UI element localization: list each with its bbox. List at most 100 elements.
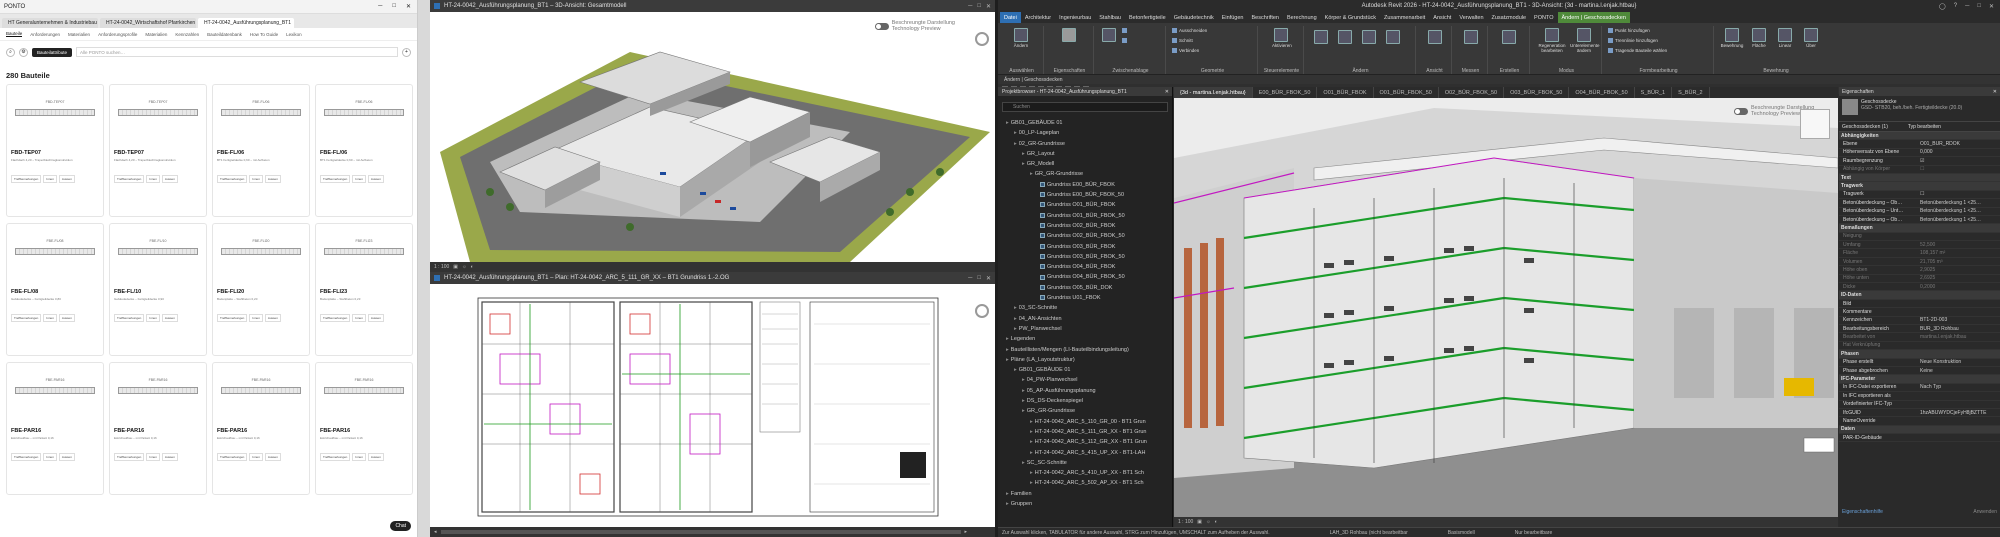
card-tag[interactable]: Innen: [43, 453, 57, 461]
shadow-icon[interactable]: ◐: [1215, 519, 1218, 525]
properties-button[interactable]: [1060, 28, 1078, 43]
expand-icon[interactable]: ▸: [1022, 398, 1025, 404]
property-row[interactable]: In IFC exportieren als: [1839, 392, 2000, 401]
component-card[interactable]: FBE-FL/06 FBE-FL/06 BT1 Fertigteildecke 0,…: [315, 84, 413, 217]
view-tab[interactable]: O03_BÜR_FBOK_50: [1504, 87, 1570, 98]
property-row[interactable]: Phase abgebrochen Keine: [1839, 367, 2000, 376]
mirror-button[interactable]: [1360, 30, 1378, 45]
view-sheet-plan[interactable]: [430, 284, 995, 527]
browser-tree-item[interactable]: ▸ DS_DS-Deckenspiegel: [998, 396, 1172, 406]
edit-type-button[interactable]: Typ bearbeiten: [1908, 124, 1941, 130]
property-value[interactable]: 0,2000: [1917, 284, 2000, 290]
component-card[interactable]: FBE-PAR16 FBE-PAR16 Estrichaufbau – mit Pa…: [315, 362, 413, 495]
component-card[interactable]: FBE-FLI20 FBE-FLI20 Bodenplatte – Stahlbet…: [212, 223, 310, 356]
nav-item[interactable]: Materialien: [145, 32, 167, 37]
view-tab[interactable]: E00_BÜR_FBOK_50: [1253, 87, 1318, 98]
component-card[interactable]: FBE-PAR16 FBE-PAR16 Estrichaufbau – mit Pa…: [212, 362, 310, 495]
maximize-icon[interactable]: □: [1977, 3, 1981, 10]
property-row[interactable]: Fläche 108,157 m²: [1839, 249, 2000, 258]
view-scale[interactable]: 1 : 100: [1178, 519, 1193, 525]
close-icon[interactable]: ✕: [1993, 89, 2000, 95]
rotate-button[interactable]: [1336, 30, 1354, 45]
card-tag[interactable]: Aussen: [264, 175, 281, 183]
browser-tree-item[interactable]: ▸ HT-24-0042_ARC_5_111_GR_XX - BT1 Grun: [998, 427, 1172, 437]
view-3d-site[interactable]: Beschreungte Darstellung Technology Previ…: [430, 12, 995, 262]
component-card[interactable]: FBE-FLI23 FBE-FLI23 Bodenplatte – Stahlbet…: [315, 223, 413, 356]
linear-rebar-button[interactable]: Linear: [1774, 28, 1796, 48]
component-card[interactable]: FBE-FL/10 FBE-FL/10 Gebäudedecke – Fertigt…: [109, 223, 207, 356]
ribbon-tab[interactable]: Ansicht: [1429, 12, 1455, 23]
navigation-wheel-icon[interactable]: [975, 304, 989, 318]
browser-tree-item[interactable]: Grundriss O01_BÜR_FBOK: [998, 200, 1172, 210]
tab-project[interactable]: HT-24-0042_Wirtschaftshof Pfarrkirchen: [100, 18, 196, 28]
card-tag[interactable]: Aussen: [264, 453, 281, 461]
main-3d-view[interactable]: {3d - martina.l.enjak.htbau} E00_BÜR_FBOK…: [1174, 87, 1838, 527]
expand-icon[interactable]: ▸: [1022, 161, 1025, 167]
view-tab[interactable]: S_BÜR_1: [1635, 87, 1673, 98]
add-icon[interactable]: +: [402, 47, 411, 57]
card-tag[interactable]: Aussen: [161, 314, 178, 322]
property-section[interactable]: IFC-Parameter: [1839, 375, 2000, 384]
browser-tree-item[interactable]: ▸ HT-24-0042_ARC_5_415_UP_XX - BT1-LAH: [998, 448, 1172, 458]
browser-tree-item[interactable]: ▸ HT-24-0042_ARC_5_112_GR_XX - BT1 Grun: [998, 437, 1172, 447]
property-section[interactable]: Text: [1839, 173, 2000, 183]
property-value[interactable]: ☐: [1917, 166, 2000, 172]
add-split-line-button[interactable]: Trennlinie hinzufügen: [1608, 38, 1658, 43]
minimize-icon[interactable]: ─: [968, 3, 972, 10]
expand-icon[interactable]: ▸: [1030, 419, 1033, 425]
property-row[interactable]: Bearbeitungsbereich BÜR_3D Rohbau: [1839, 325, 2000, 334]
property-value[interactable]: Betonüberdeckung 1 <25…: [1917, 200, 2000, 206]
expand-icon[interactable]: ▸: [1030, 480, 1033, 486]
property-value[interactable]: Nach Typ: [1917, 384, 2000, 390]
close-icon[interactable]: ✕: [406, 3, 411, 10]
browser-tree-item[interactable]: Grundriss U01_FBOK: [998, 293, 1172, 303]
property-section[interactable]: Abhängigkeiten: [1839, 132, 2000, 141]
minimize-icon[interactable]: ─: [1965, 3, 1969, 10]
component-card[interactable]: FBD-TEP07 FBD-TEP07 Flachdach 4,20 – Trape…: [6, 84, 104, 217]
browser-tree-item[interactable]: Grundriss O03_BÜR_FBOK: [998, 242, 1172, 252]
card-tag[interactable]: Treffbemerkungen: [11, 175, 42, 183]
expand-icon[interactable]: ▸: [1006, 120, 1009, 126]
card-tag[interactable]: Innen: [146, 453, 160, 461]
ribbon-tab[interactable]: Zusatzmodule: [1488, 12, 1531, 23]
selection-filter[interactable]: Geschossdecken (1): [1842, 124, 1888, 130]
rebar-button[interactable]: Bewehrung: [1720, 28, 1744, 48]
property-row[interactable]: Umfang 52,500: [1839, 241, 2000, 250]
component-card[interactable]: FBE-PAR16 FBE-PAR16 Estrichaufbau – mit Pa…: [6, 362, 104, 495]
create-button[interactable]: [1500, 30, 1518, 45]
property-row[interactable]: Hat Verknüpfung: [1839, 342, 2000, 351]
maximize-icon[interactable]: □: [392, 3, 396, 10]
view-tab[interactable]: O01_BÜR_FBOK_50: [1374, 87, 1439, 98]
expand-icon[interactable]: ▸: [1022, 151, 1025, 157]
cut-geometry-button[interactable]: Ausschneiden: [1172, 28, 1207, 33]
property-value[interactable]: 2,6925: [1917, 275, 2000, 281]
ribbon-tab[interactable]: Gebäudetechnik: [1170, 12, 1218, 23]
close-icon[interactable]: ✕: [986, 3, 991, 10]
browser-tree-item[interactable]: ▸ 02_GR-Grundrisse: [998, 139, 1172, 149]
card-tag[interactable]: Treffbemerkungen: [217, 314, 248, 322]
browser-tree-item[interactable]: ▸ Legenden: [998, 334, 1172, 344]
property-row[interactable]: Volumen 21,705 m³: [1839, 258, 2000, 267]
property-row[interactable]: Höhe oben 2,9025: [1839, 266, 2000, 275]
viewcube-icon[interactable]: [975, 32, 989, 46]
browser-tree-item[interactable]: ▸ HT-24-0042_ARC_5_502_AP_XX - BT1 Sch: [998, 478, 1172, 488]
shadow-icon[interactable]: ◐: [471, 264, 474, 270]
property-value[interactable]: Keine: [1917, 368, 2000, 374]
browser-tree-item[interactable]: ▸ GB01_GEBÄUDE 01: [998, 365, 1172, 375]
ribbon-tab[interactable]: Beschriften: [1247, 12, 1283, 23]
property-value[interactable]: martina.l.enjak.htbau: [1917, 334, 2000, 340]
card-tag[interactable]: Treffbemerkungen: [320, 175, 351, 183]
scroll-right-icon[interactable]: ▸: [965, 529, 968, 535]
card-tag[interactable]: Treffbemerkungen: [320, 314, 351, 322]
expand-icon[interactable]: ▸: [1030, 470, 1033, 476]
search-input[interactable]: Alle PONTO suchen…: [76, 47, 398, 57]
measure-button[interactable]: [1462, 30, 1480, 45]
card-tag[interactable]: Treffbemerkungen: [114, 314, 145, 322]
ribbon-tab[interactable]: Einfügen: [1218, 12, 1248, 23]
property-value[interactable]: 21,705 m³: [1917, 259, 2000, 265]
cut-button[interactable]: [1122, 28, 1127, 33]
browser-tree-item[interactable]: ▸ 04_AN-Ansichten: [998, 314, 1172, 324]
browser-tree-item[interactable]: Grundriss E00_BÜR_FBOK: [998, 180, 1172, 190]
maximize-icon[interactable]: □: [977, 275, 981, 282]
ribbon-tab[interactable]: Datei: [1000, 12, 1021, 23]
